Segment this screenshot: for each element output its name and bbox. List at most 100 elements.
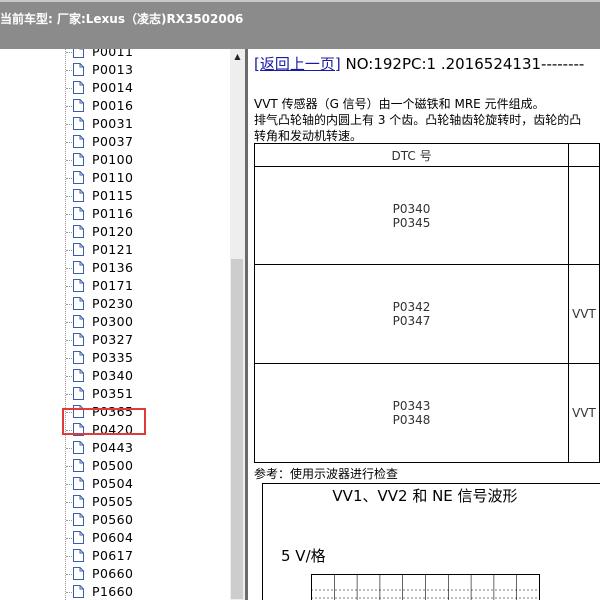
dtc-codes-cell: P0343 P0348 xyxy=(253,363,570,463)
tree-item-p0335[interactable]: P0335 xyxy=(66,349,226,367)
tree-item-p0351[interactable]: P0351 xyxy=(66,385,226,403)
document-icon xyxy=(73,441,84,454)
document-icon xyxy=(73,297,84,310)
tree-branch-line xyxy=(66,394,72,395)
tree-branch-line xyxy=(66,178,72,179)
document-icon xyxy=(73,369,84,382)
tree-branch-line xyxy=(66,574,72,575)
tree-item-label: P0340 xyxy=(92,368,134,383)
reference-note: 参考：使用示波器进行检查 xyxy=(254,467,399,481)
tree-item-p0014[interactable]: P0014 xyxy=(66,79,226,97)
dtc-tree-pane[interactable]: P0011 P0013 P0014 P0016 P0031 P0037 P0100 P0110… xyxy=(0,49,230,600)
dtc-code: P0347 xyxy=(392,314,431,328)
record-number: NO:192PC:1 .2016524131-------- xyxy=(345,55,585,73)
tree-item-label: P0604 xyxy=(92,530,134,545)
document-icon xyxy=(73,243,84,256)
tree-item-p0016[interactable]: P0016 xyxy=(66,97,226,115)
tree-branch-line xyxy=(66,448,72,449)
document-icon xyxy=(73,99,84,112)
tree-item-p0100[interactable]: P0100 xyxy=(66,151,226,169)
tree-item-label: P0011 xyxy=(92,49,134,59)
document-icon xyxy=(73,477,84,490)
tree-item-p0340[interactable]: P0340 xyxy=(66,367,226,385)
tree-branch-line xyxy=(66,556,72,557)
tree-branch-line xyxy=(66,268,72,269)
back-link[interactable]: [返回上一页] xyxy=(254,55,341,73)
tree-item-p0031[interactable]: P0031 xyxy=(66,115,226,133)
tree-item-p0011[interactable]: P0011 xyxy=(66,49,226,61)
tree-item-p1660[interactable]: P1660 xyxy=(66,583,226,600)
tree-item-label: P0037 xyxy=(92,134,134,149)
tree-item-p0300[interactable]: P0300 xyxy=(66,313,226,331)
tree-item-label: P0660 xyxy=(92,566,134,581)
tree-item-p0013[interactable]: P0013 xyxy=(66,61,226,79)
tree-item-p0115[interactable]: P0115 xyxy=(66,187,226,205)
tree-scrollbar[interactable]: ▲ xyxy=(230,49,245,600)
tree-item-p0500[interactable]: P0500 xyxy=(66,457,226,475)
tree-item-p0443[interactable]: P0443 xyxy=(66,439,226,457)
nav-line: [返回上一页] NO:192PC:1 .2016524131-------- xyxy=(254,53,584,74)
oscilloscope-grid xyxy=(311,574,540,600)
dtc-code: P0345 xyxy=(392,215,431,230)
tree-item-label: P0116 xyxy=(92,206,134,221)
tree-item-p0121[interactable]: P0121 xyxy=(66,241,226,259)
tree-item-p0136[interactable]: P0136 xyxy=(66,259,226,277)
tree-item-p0230[interactable]: P0230 xyxy=(66,295,226,313)
document-icon xyxy=(73,171,84,184)
tree-item-label: P0115 xyxy=(92,188,134,203)
document-icon xyxy=(73,261,84,274)
dtc-detail-cell: VVT xyxy=(568,363,600,463)
tree-item-p0120[interactable]: P0120 xyxy=(66,223,226,241)
tree-item-label: P0560 xyxy=(92,512,134,527)
document-icon xyxy=(73,585,84,598)
tree-branch-line xyxy=(66,70,72,71)
tree-item-label: P0443 xyxy=(92,440,134,455)
document-icon xyxy=(73,189,84,202)
tree-branch-line xyxy=(66,520,72,521)
tree-item-label: P0505 xyxy=(92,494,134,509)
document-icon xyxy=(73,531,84,544)
tree-item-label: P0327 xyxy=(92,332,134,347)
table-header-dtc: DTC 号 xyxy=(253,143,570,167)
tree-item-label: P0013 xyxy=(92,62,134,77)
scrollbar-thumb[interactable] xyxy=(231,259,243,599)
tree-branch-line xyxy=(66,250,72,251)
tree-item-p0560[interactable]: P0560 xyxy=(66,511,226,529)
tree-item-label: P0136 xyxy=(92,260,134,275)
dtc-code: P0343 xyxy=(392,399,431,413)
tree-item-p0617[interactable]: P0617 xyxy=(66,547,226,565)
tree-branch-line xyxy=(66,142,72,143)
tree-item-p0660[interactable]: P0660 xyxy=(66,565,226,583)
document-icon xyxy=(73,459,84,472)
tree-branch-line xyxy=(66,304,72,305)
table-row: P0342 P0347 VVT xyxy=(253,264,600,364)
tree-item-p0116[interactable]: P0116 xyxy=(66,205,226,223)
tree-item-label: P1660 xyxy=(92,584,134,599)
document-icon xyxy=(73,49,84,58)
dtc-code: P0342 xyxy=(392,300,431,314)
document-icon xyxy=(73,315,84,328)
tree-item-p0604[interactable]: P0604 xyxy=(66,529,226,547)
document-icon xyxy=(73,387,84,400)
tree-item-p0110[interactable]: P0110 xyxy=(66,169,226,187)
tree-item-label: P0230 xyxy=(92,296,134,311)
tree-branch-line xyxy=(66,124,72,125)
tree-item-label: P0100 xyxy=(92,152,134,167)
description-line-2: 排气凸轮轴的内圆上有 3 个齿。凸轮轴齿轮旋转时，齿轮的凸 xyxy=(254,113,582,127)
document-icon xyxy=(73,117,84,130)
tree-branch-line xyxy=(66,538,72,539)
dtc-detail-cell xyxy=(568,166,600,265)
window-header: 当前车型: 厂家:Lexus（凌志)RX3502006 xyxy=(0,0,600,49)
document-icon xyxy=(73,81,84,94)
tree-branch-line xyxy=(66,196,72,197)
tree-item-p0505[interactable]: P0505 xyxy=(66,493,226,511)
tree-item-p0037[interactable]: P0037 xyxy=(66,133,226,151)
dtc-detail-cell: VVT xyxy=(568,264,600,364)
waveform-figure: VV1、VV2 和 NE 信号波形 5 V/格 xyxy=(262,483,600,600)
tree-item-p0171[interactable]: P0171 xyxy=(66,277,226,295)
tree-item-p0327[interactable]: P0327 xyxy=(66,331,226,349)
table-row: P0343 P0348 VVT xyxy=(253,363,600,463)
tree-item-label: P0014 xyxy=(92,80,134,95)
tree-item-p0504[interactable]: P0504 xyxy=(66,475,226,493)
scroll-up-arrow-icon[interactable]: ▲ xyxy=(230,49,245,65)
